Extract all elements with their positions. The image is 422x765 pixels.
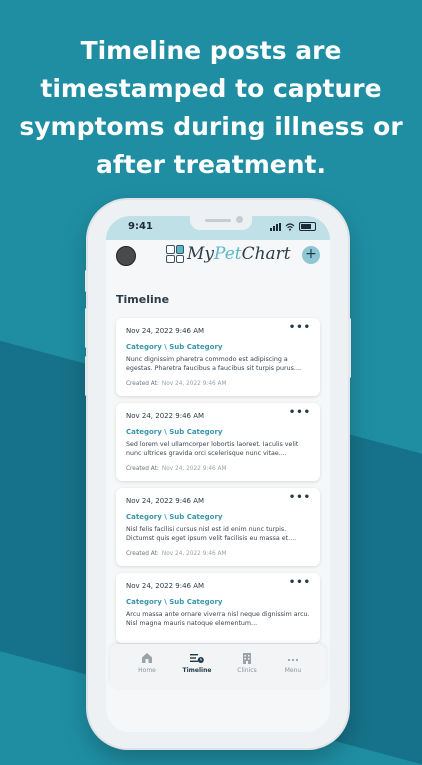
headline-line-2: timestamped to capture <box>40 74 382 103</box>
timeline-card[interactable]: Nov 24, 2022 9:46 AM ••• Category \ Sub … <box>116 318 320 396</box>
card-category: Category \ Sub Category <box>126 598 223 606</box>
status-bar: 9:41 <box>106 216 330 240</box>
card-created-at: Created At: Nov 24, 2022 9:46 AM <box>126 466 227 472</box>
speaker <box>205 219 231 222</box>
logo-text-pet: Pet <box>214 244 242 264</box>
phone-screen: 9:41 MyPetChart + Timeline Nov 24, 2022 … <box>106 216 330 732</box>
app-header: MyPetChart + <box>106 240 330 276</box>
volume-up-button <box>85 308 88 348</box>
logo-text-my: My <box>187 244 215 264</box>
card-date: Nov 24, 2022 9:46 AM <box>126 582 205 590</box>
tab-home[interactable]: Home <box>122 652 172 674</box>
add-post-button[interactable]: + <box>302 246 320 264</box>
card-body: Nisl felis facilisi cursus nisl est id e… <box>126 526 297 542</box>
logo-text-chart: Chart <box>241 244 291 264</box>
timeline-card[interactable]: Nov 24, 2022 9:46 AM ••• Category \ Sub … <box>116 403 320 481</box>
logo-grid-icon <box>166 245 184 263</box>
created-label: Created At: <box>126 551 159 557</box>
tab-timeline[interactable]: Timeline <box>172 652 222 674</box>
camera-icon <box>236 216 243 223</box>
more-dots-icon <box>287 658 299 662</box>
created-label: Created At: <box>126 466 159 472</box>
more-options-icon[interactable]: ••• <box>289 577 311 588</box>
timeline-card[interactable]: Nov 24, 2022 9:46 AM ••• Category \ Sub … <box>116 573 320 643</box>
more-options-icon[interactable]: ••• <box>289 322 311 333</box>
headline-line-4: after treatment. <box>96 150 326 179</box>
card-body: Nunc dignissim pharetra commodo est adip… <box>126 356 302 372</box>
created-label: Created At: <box>126 381 159 387</box>
more-options-icon[interactable]: ••• <box>289 407 311 418</box>
clinic-building-icon <box>243 653 251 664</box>
tab-timeline-label: Timeline <box>182 667 212 674</box>
card-date: Nov 24, 2022 9:46 AM <box>126 412 205 420</box>
card-category: Category \ Sub Category <box>126 428 223 436</box>
headline-line-1: Timeline posts are <box>80 36 342 65</box>
avatar[interactable] <box>116 246 136 266</box>
power-button <box>348 318 351 378</box>
headline-line-3: symptoms during illness or <box>19 112 403 141</box>
card-category: Category \ Sub Category <box>126 513 223 521</box>
home-icon <box>142 653 152 663</box>
tab-clinics[interactable]: Clinics <box>222 652 272 674</box>
card-category: Category \ Sub Category <box>126 343 223 351</box>
phone-frame: 9:41 MyPetChart + Timeline Nov 24, 2022 … <box>85 200 351 748</box>
status-time: 9:41 <box>128 221 153 232</box>
volume-down-button <box>85 356 88 396</box>
timeline-icon <box>190 654 204 663</box>
app-logo: MyPetChart <box>166 244 291 264</box>
card-created-at: Created At: Nov 24, 2022 9:46 AM <box>126 381 227 387</box>
wifi-icon <box>285 222 295 231</box>
page-title: Timeline <box>116 293 170 306</box>
tab-menu[interactable]: Menu <box>268 652 318 674</box>
signal-icon <box>270 222 281 231</box>
tab-home-label: Home <box>138 667 156 674</box>
marketing-headline: Timeline posts are timestamped to captur… <box>0 32 422 184</box>
battery-icon <box>299 222 316 231</box>
notch <box>190 216 252 230</box>
status-icons <box>270 222 316 231</box>
card-body: Sed lorem vel ullamcorper lobortis laore… <box>126 441 299 457</box>
more-options-icon[interactable]: ••• <box>289 492 311 503</box>
card-date: Nov 24, 2022 9:46 AM <box>126 497 205 505</box>
mute-switch <box>85 270 88 292</box>
bottom-tab-bar: Home Timeline Clinics Menu <box>110 644 326 688</box>
timeline-card[interactable]: Nov 24, 2022 9:46 AM ••• Category \ Sub … <box>116 488 320 566</box>
created-value: Nov 24, 2022 9:46 AM <box>161 466 227 472</box>
tab-clinics-label: Clinics <box>237 667 257 674</box>
card-created-at: Created At: Nov 24, 2022 9:46 AM <box>126 551 227 557</box>
logo-wordmark: MyPetChart <box>187 244 291 264</box>
tab-menu-label: Menu <box>284 667 302 674</box>
card-date: Nov 24, 2022 9:46 AM <box>126 327 205 335</box>
created-value: Nov 24, 2022 9:46 AM <box>161 381 227 387</box>
card-body: Arcu massa ante ornare viverra nisl nequ… <box>126 611 310 627</box>
created-value: Nov 24, 2022 9:46 AM <box>161 551 227 557</box>
